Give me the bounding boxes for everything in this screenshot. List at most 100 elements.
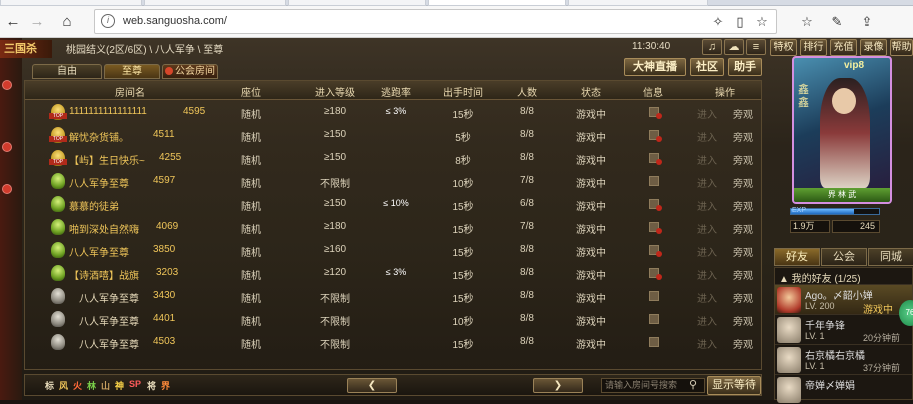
address-bar[interactable]: i web.sanguosha.com/ ✧ ▯ ☆ xyxy=(94,9,777,34)
back-arrow-icon[interactable]: ← xyxy=(2,11,24,33)
ranking-button[interactable]: 排行 xyxy=(800,39,827,56)
filter-4[interactable]: 林 xyxy=(87,379,96,392)
music-icon[interactable]: ♫ xyxy=(702,39,722,55)
room-info-icon[interactable] xyxy=(649,199,662,211)
recharge-button[interactable]: 充值 xyxy=(830,39,857,56)
tab-supreme[interactable]: 至尊 xyxy=(104,64,160,79)
favorite-star-icon[interactable]: ☆ xyxy=(753,13,771,31)
room-status: 游戏中 xyxy=(576,294,606,305)
table-row[interactable]: 八人军争至尊 3430 随机 不限制 15秒 8/8 游戏中 进入 旁观 xyxy=(25,285,761,308)
enter-room-button[interactable]: 进入 xyxy=(693,198,721,213)
assistant-button[interactable]: 助手 xyxy=(728,58,762,76)
room-info-icon[interactable] xyxy=(649,107,662,119)
tab-free[interactable]: 自由 xyxy=(32,64,102,79)
help-button[interactable]: 帮助 xyxy=(890,39,913,56)
url-text[interactable]: web.sanguosha.com/ xyxy=(123,15,227,27)
table-row[interactable]: 【诗酒嘻】战旗 3203 随机 ≥120 ≤ 3% 15秒 8/8 游戏中 进入 旁观 xyxy=(25,262,761,285)
watch-room-button[interactable]: 旁观 xyxy=(729,290,757,305)
table-row[interactable]: 八人军争至尊 4401 随机 不限制 10秒 8/8 游戏中 进入 旁观 xyxy=(25,308,761,331)
forward-arrow-icon[interactable]: → xyxy=(26,11,48,33)
home-icon[interactable]: ⌂ xyxy=(56,11,78,33)
enter-room-button[interactable]: 进入 xyxy=(693,336,721,351)
watch-room-button[interactable]: 旁观 xyxy=(729,313,757,328)
room-info-icon[interactable] xyxy=(649,176,659,186)
room-info-icon[interactable] xyxy=(649,337,659,347)
tab-guild[interactable]: 公会 xyxy=(821,248,867,266)
next-page-button[interactable]: ❯ xyxy=(533,378,583,393)
watch-room-button[interactable]: 旁观 xyxy=(729,129,757,144)
search-icon[interactable]: ⚲ xyxy=(685,378,701,393)
friend-row[interactable]: 右京橘右京橘 LV. 1 37分钟前 xyxy=(775,344,912,374)
community-button[interactable]: 社区 xyxy=(690,58,724,76)
prev-page-button[interactable]: ❮ xyxy=(347,378,397,393)
share-icon[interactable]: ⇪ xyxy=(856,11,878,33)
room-info-icon[interactable] xyxy=(649,268,662,280)
enter-room-button[interactable]: 进入 xyxy=(693,175,721,190)
enter-room-button[interactable]: 进入 xyxy=(693,313,721,328)
tab-friends[interactable]: 好友 xyxy=(774,248,820,266)
watch-room-button[interactable]: 旁观 xyxy=(729,221,757,236)
menu-icon[interactable]: ≡ xyxy=(746,39,766,55)
replay-button[interactable]: 录像 xyxy=(860,39,887,56)
avatar xyxy=(777,377,801,403)
table-row[interactable]: 啪到深处自然嗨 4069 随机 ≥180 15秒 7/8 游戏中 进入 旁观 xyxy=(25,216,761,239)
watch-room-button[interactable]: 旁观 xyxy=(729,175,757,190)
table-row[interactable]: 慕慕的徒弟 随机 ≥150 ≤ 10% 15秒 6/8 游戏中 进入 旁观 xyxy=(25,193,761,216)
watch-room-button[interactable]: 旁观 xyxy=(729,244,757,259)
room-play-time: 15秒 xyxy=(452,225,474,236)
watch-room-button[interactable]: 旁观 xyxy=(729,152,757,167)
table-row[interactable]: 八人军争至尊 3850 随机 ≥160 15秒 8/8 游戏中 进入 旁观 xyxy=(25,239,761,262)
friend-row[interactable]: 千年争锋 LV. 1 20分钟前 xyxy=(775,314,912,344)
friend-name: Ago。〆韶小婵 xyxy=(805,291,873,302)
room-info-icon[interactable] xyxy=(649,130,662,142)
table-row[interactable]: 八人军争至尊 4503 随机 不限制 15秒 8/8 游戏中 进入 旁观 xyxy=(25,331,761,354)
watch-room-button[interactable]: 旁观 xyxy=(729,336,757,351)
reading-view-icon[interactable]: ▯ xyxy=(731,13,749,31)
filter-2[interactable]: 风 xyxy=(59,379,68,392)
table-row[interactable]: 八人军争至尊 4597 随机 不限制 10秒 7/8 游戏中 进入 旁观 xyxy=(25,170,761,193)
chat-icon[interactable]: ☁ xyxy=(724,39,744,55)
table-row[interactable]: 解忧杂货铺。4511随机≥1505秒8/8游戏中进入旁观 xyxy=(25,124,761,147)
watch-room-button[interactable]: 旁观 xyxy=(729,198,757,213)
general-card[interactable]: vip8 鑫鑫 界 林 武 xyxy=(792,56,892,204)
show-waiting-button[interactable]: 显示等待 xyxy=(707,376,761,395)
filter-3[interactable]: 火 xyxy=(73,379,82,392)
friend-level: LV. 1 xyxy=(805,361,825,371)
enter-room-button[interactable]: 进入 xyxy=(693,129,721,144)
enter-room-button[interactable]: 进入 xyxy=(693,290,721,305)
enter-room-button[interactable]: 进入 xyxy=(693,221,721,236)
room-info-icon[interactable] xyxy=(649,153,662,165)
watch-room-button[interactable]: 旁观 xyxy=(729,106,757,121)
filter-6[interactable]: 神 xyxy=(115,379,124,392)
table-row[interactable]: 【屿】生日快乐~4255随机≥1508秒8/8游戏中进入旁观 xyxy=(25,147,761,170)
notes-pen-icon[interactable]: ✎ xyxy=(826,11,848,33)
watch-room-button[interactable]: 旁观 xyxy=(729,267,757,282)
friend-row[interactable]: Ago。〆韶小婵 LV. 200 游戏中 xyxy=(775,284,912,316)
col-room-name: 房间名 xyxy=(115,88,145,99)
room-info-icon[interactable] xyxy=(649,314,659,324)
room-info-icon[interactable] xyxy=(649,291,659,301)
privilege-button[interactable]: 特权 xyxy=(770,39,797,56)
filter-1[interactable]: 标 xyxy=(45,379,54,392)
filter-9[interactable]: 界 xyxy=(161,379,170,392)
favorites-list-icon[interactable]: ☆ xyxy=(796,11,818,33)
enter-room-button[interactable]: 进入 xyxy=(693,106,721,121)
room-info-icon[interactable] xyxy=(649,222,662,234)
tab-same-city[interactable]: 同城 xyxy=(868,248,913,266)
extension-icon[interactable]: ✧ xyxy=(709,13,727,31)
info-icon[interactable]: i xyxy=(101,14,115,28)
filter-7[interactable]: SP xyxy=(129,379,141,389)
enter-room-button[interactable]: 进入 xyxy=(693,267,721,282)
live-stream-button[interactable]: 大神直播 xyxy=(624,58,686,76)
filter-8[interactable]: 将 xyxy=(147,379,156,392)
friend-list-header[interactable]: ▲ 我的好友 (1/25) xyxy=(779,270,861,285)
room-info-icon[interactable] xyxy=(649,245,662,257)
room-id: 4503 xyxy=(153,336,176,347)
tab-guild-room[interactable]: 公会房间 xyxy=(162,64,218,79)
room-id: 4069 xyxy=(156,221,179,232)
enter-room-button[interactable]: 进入 xyxy=(693,244,721,259)
table-row[interactable]: 11111111111111114595随机≥180≤ 3%15秒8/8游戏中进… xyxy=(25,101,761,124)
enter-room-button[interactable]: 进入 xyxy=(693,152,721,167)
room-status: 游戏中 xyxy=(576,156,606,167)
filter-5[interactable]: 山 xyxy=(101,379,110,392)
